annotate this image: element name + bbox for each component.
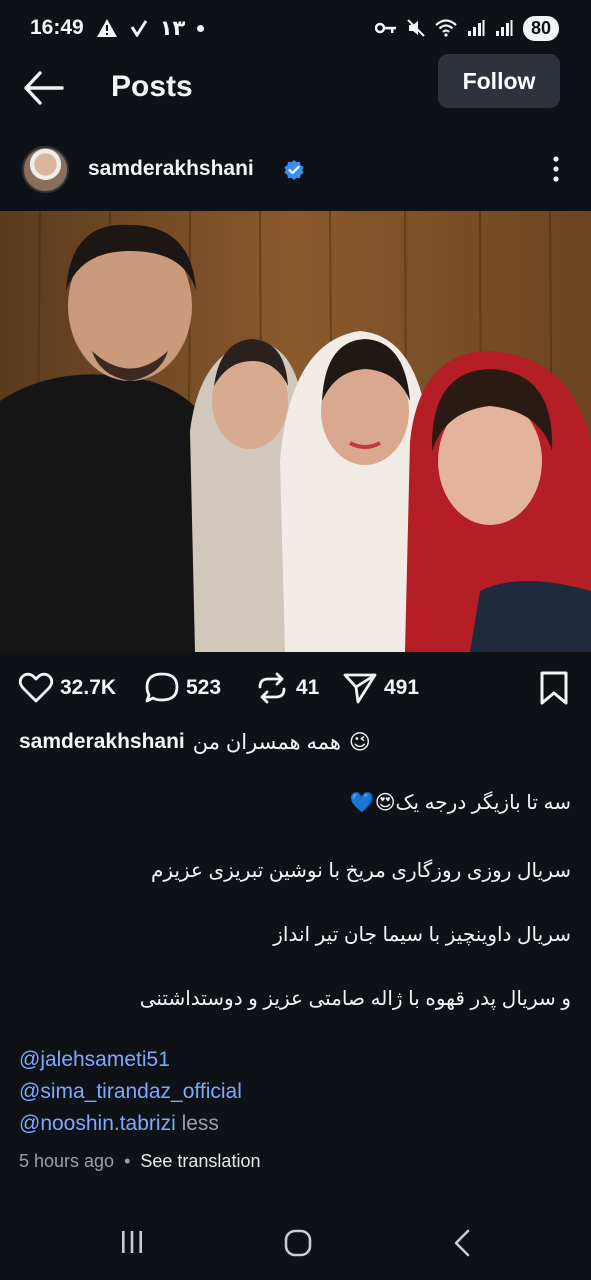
like-button[interactable]: 32.7K	[18, 665, 116, 711]
signal-icon-2	[495, 20, 513, 36]
follow-button[interactable]: Follow	[438, 54, 560, 108]
mention-row: @nooshin.tabrizi less	[19, 1112, 219, 1136]
check-icon	[130, 20, 147, 37]
wifi-icon	[435, 19, 457, 37]
repost-count: 41	[296, 676, 320, 699]
caption-line: سریال روزی روزگاری مریخ با نوشین تبریزی …	[150, 860, 571, 882]
caption-line: سریال داوینچیز با سیما جان تیر انداز	[273, 924, 571, 946]
caption-username[interactable]: samderakhshani	[19, 730, 185, 754]
back-arrow-icon[interactable]	[22, 70, 64, 106]
less-link[interactable]: less	[182, 1112, 219, 1135]
comment-button[interactable]: 523	[144, 665, 221, 711]
see-translation-link[interactable]: See translation	[140, 1151, 260, 1172]
battery-indicator: 80	[522, 15, 559, 41]
page-title: Posts	[111, 70, 193, 103]
comment-icon	[145, 672, 179, 703]
home-icon[interactable]	[284, 1229, 312, 1257]
status-extra: ۱۳	[159, 16, 186, 40]
key-icon	[374, 22, 396, 34]
recents-icon[interactable]	[119, 1229, 145, 1255]
more-vertical-icon[interactable]	[545, 154, 567, 184]
comment-count: 523	[186, 676, 222, 699]
post-meta: 5 hours ago • See translation	[19, 1151, 260, 1172]
share-button[interactable]: 491	[342, 665, 419, 711]
caption-emoji: 😉	[348, 730, 371, 754]
back-nav-icon[interactable]	[452, 1229, 474, 1257]
mute-icon	[407, 19, 425, 37]
avatar[interactable]	[22, 146, 69, 193]
signal-icon	[467, 20, 485, 36]
post-photo[interactable]	[0, 211, 591, 652]
repost-icon	[258, 672, 286, 704]
like-count: 32.7K	[60, 676, 117, 699]
verified-badge-icon	[284, 160, 304, 180]
warning-icon	[96, 19, 117, 37]
post-actions: 32.7K 523 41 491	[0, 665, 591, 711]
caption-first-line: همه همسران من	[192, 730, 341, 754]
system-nav-bar	[0, 1215, 591, 1275]
send-icon	[343, 673, 377, 704]
header: Posts Follow	[0, 52, 591, 124]
share-count: 491	[384, 676, 420, 699]
caption-line: و سریال پدر قهوه با ژاله صامتی عزیز و دو…	[139, 988, 571, 1010]
status-bar: 16:49 ۱۳ 80	[0, 0, 591, 56]
post-photo-image	[0, 211, 591, 652]
post-author-row: samderakhshani	[0, 140, 591, 202]
status-time: 16:49	[30, 16, 84, 39]
separator-dot: •	[124, 1151, 131, 1171]
dot-icon	[197, 24, 205, 32]
bookmark-icon[interactable]	[538, 671, 570, 705]
mention-link[interactable]: @sima_tirandaz_official	[19, 1080, 242, 1104]
caption-header: samderakhshani همه همسران من 😉	[19, 725, 574, 759]
post-time: 5 hours ago	[19, 1151, 115, 1171]
mention-link[interactable]: @nooshin.tabrizi	[19, 1112, 176, 1135]
repost-button[interactable]: 41	[254, 665, 319, 711]
mention-link[interactable]: @jalehsameti51	[19, 1048, 170, 1072]
post-username[interactable]: samderakhshani	[88, 157, 254, 181]
caption-line: سه تا بازیگر درجه یک😍💙	[349, 792, 571, 814]
heart-icon	[18, 672, 54, 703]
